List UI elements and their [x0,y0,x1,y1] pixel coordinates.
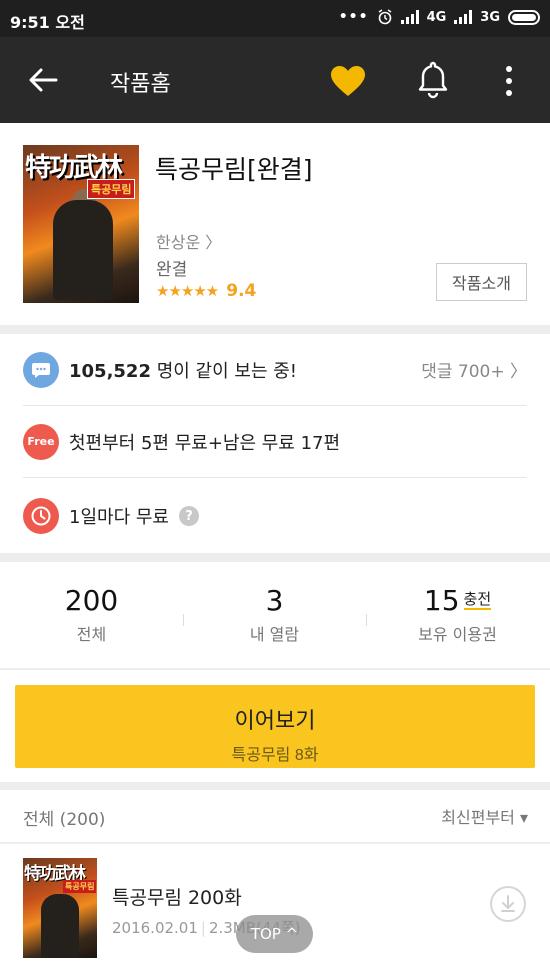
more-notifications-icon: ••• [338,9,369,25]
viewers-suffix: 명이 같이 보는 중! [150,360,298,382]
back-arrow-icon[interactable] [26,63,60,97]
sort-dropdown[interactable]: 최신편부터 ▾ [441,804,528,828]
rating: ★★★★★ 9.4 [156,281,256,301]
scroll-top-button[interactable]: TOP ^ [236,915,313,953]
work-info-card: 特功武林 특공무림 특공무림[완결] 한상운 〉 완결 ★★★★★ 9.4 작품… [0,123,550,325]
episode-date: 2016.02.01 [112,919,198,937]
work-status: 완결 [156,260,188,280]
work-title: 특공무림[완결] [155,155,313,184]
signal-icon [400,10,419,24]
charge-link[interactable]: 충전 [463,590,492,610]
alarm-icon [378,9,391,25]
network-4g-label: 4G [426,9,447,25]
bell-icon[interactable] [415,59,451,99]
continue-episode: 특공무림 8화 [231,746,319,764]
free-episodes-text: 첫편부터 5편 무료+남은 무료 17편 [69,432,341,454]
stat-tickets-value: 15 [423,584,460,617]
rating-stars-icon: ★★★★★ [156,282,219,300]
cover-badge: 특공무림 [87,179,136,199]
network-3g-label: 3G [480,9,500,25]
episode-list-header: 전체 (200) 최신편부터 ▾ [0,790,550,843]
stat-read-label: 내 열람 [249,625,300,644]
status-bar: 9:51 오전 ••• 4G 3G [0,0,550,37]
continue-card: 이어보기 특공무림 8화 [0,670,550,782]
continue-reading-button[interactable]: 이어보기 특공무림 8화 [15,685,535,768]
status-time: 9:51 오전 [10,13,85,32]
stats-card: 200 전체 3 내 열람 15 충전 보유 이용권 [0,562,550,668]
stat-read-value: 3 [265,584,284,617]
stat-total-value: 200 [64,584,119,617]
timer-row: 1일마다 무료 ? [23,480,527,552]
info-card: 105,522 명이 같이 보는 중! 댓글 700+ 〉 Free 첫편부터 … [0,334,550,553]
episode-thumbnail: 特功武林 특공무림 [23,858,97,958]
viewers-count: 105,522 [69,360,151,382]
viewers-text: 105,522 명이 같이 보는 중! [69,357,297,383]
free-badge-icon: Free [23,423,59,460]
stat-total-label: 전체 [76,625,107,644]
app-bar: 작품홈 [0,37,550,123]
status-icons: ••• 4G 3G [339,9,540,25]
thumbnail-figure [41,894,79,958]
stat-tickets-label: 보유 이용권 [418,625,497,644]
work-intro-button[interactable]: 작품소개 [436,263,527,301]
stat-tickets: 15 충전 보유 이용권 [366,584,549,645]
meta-separator: | [200,919,206,937]
thumbnail-badge: 특공무림 [63,880,97,893]
stat-total: 200 전체 [0,584,183,645]
signal-icon [454,10,473,24]
episode-row[interactable]: 特功武林 특공무림 특공무림 200화 2016.02.01|2.3MB(44쪽… [0,844,550,978]
help-icon[interactable]: ? [178,506,199,526]
heart-icon[interactable] [329,64,367,98]
download-button[interactable] [490,886,526,922]
comments-link[interactable]: 댓글 700+ 〉 [421,357,527,382]
free-episodes-row: Free 첫편부터 5편 무료+남은 무료 17편 [23,406,527,478]
stat-read: 3 내 열람 [183,584,366,645]
battery-icon [508,9,540,25]
rating-score: 9.4 [226,281,257,301]
viewers-row[interactable]: 105,522 명이 같이 보는 중! 댓글 700+ 〉 [23,334,527,406]
download-icon [501,895,515,912]
clock-icon [23,498,59,534]
cover-figure [53,200,113,300]
chat-bubble-icon [23,351,59,388]
cover-image[interactable]: 特功武林 특공무림 [23,145,139,303]
episode-total: 전체 (200) [23,810,106,830]
continue-label: 이어보기 [234,707,316,733]
author-link[interactable]: 한상운 〉 [156,229,221,253]
episode-title: 특공무림 200화 [112,887,242,909]
page-title: 작품홈 [110,72,171,97]
more-vert-icon[interactable] [498,63,520,99]
timer-text: 1일마다 무료 [69,507,169,528]
